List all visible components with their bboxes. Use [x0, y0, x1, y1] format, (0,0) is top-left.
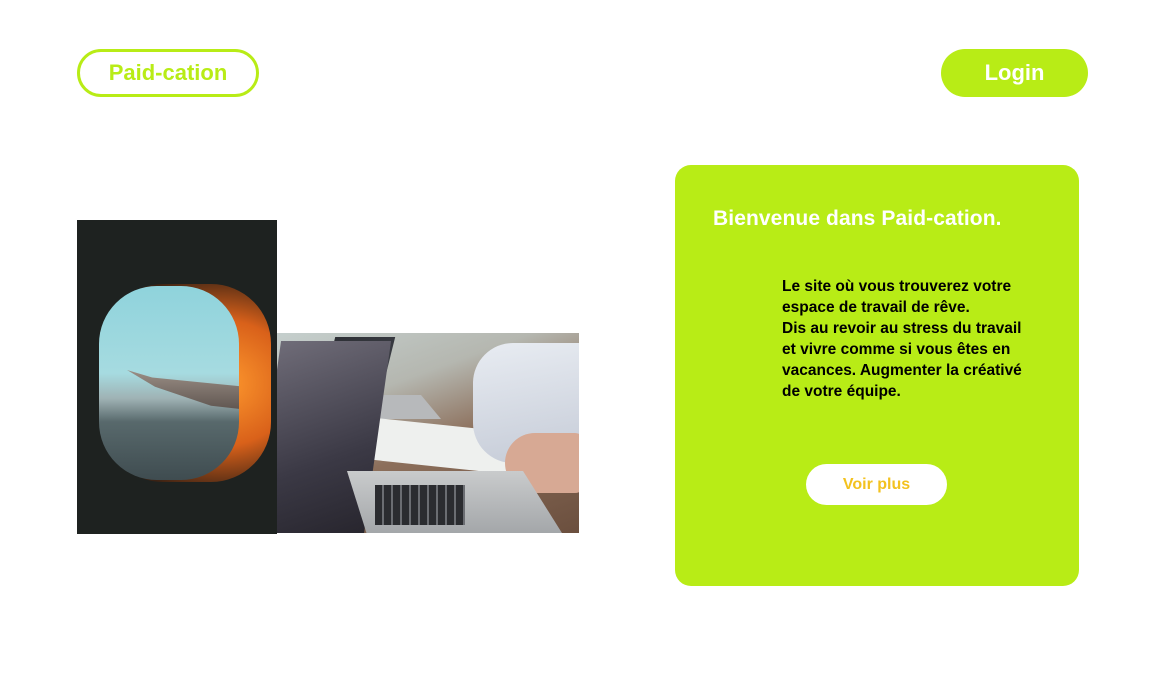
logo-button[interactable]: Paid-cation [77, 49, 259, 97]
card-title: Bienvenue dans Paid-cation. [713, 207, 1002, 230]
card-text-line: Le site où vous trouverez votre [782, 278, 1012, 295]
card-text-line: de votre équipe. [782, 383, 901, 400]
airplane-window-photo [77, 220, 277, 534]
see-more-button[interactable]: Voir plus [806, 464, 947, 505]
welcome-card: Bienvenue dans Paid-cation. Le site où v… [675, 165, 1079, 586]
login-button[interactable]: Login [941, 49, 1088, 97]
card-description: Le site où vous trouverez votre espace d… [782, 276, 1058, 402]
airplane-wing [127, 370, 239, 412]
laptop-meeting-photo [277, 333, 579, 533]
card-text-line: et vivre comme si vous êtes en [782, 341, 1011, 358]
airplane-window [99, 286, 239, 480]
see-more-label: Voir plus [842, 475, 911, 493]
login-label: Login [984, 60, 1045, 85]
logo-label: Paid-cation [108, 60, 228, 85]
card-text-line: vacances. Augmenter la créativé [782, 362, 1022, 379]
laptop-keyboard [375, 485, 465, 525]
card-text-line: espace de travail de rêve. [782, 299, 970, 316]
card-text-line: Dis au revoir au stress du travail [782, 320, 1022, 337]
